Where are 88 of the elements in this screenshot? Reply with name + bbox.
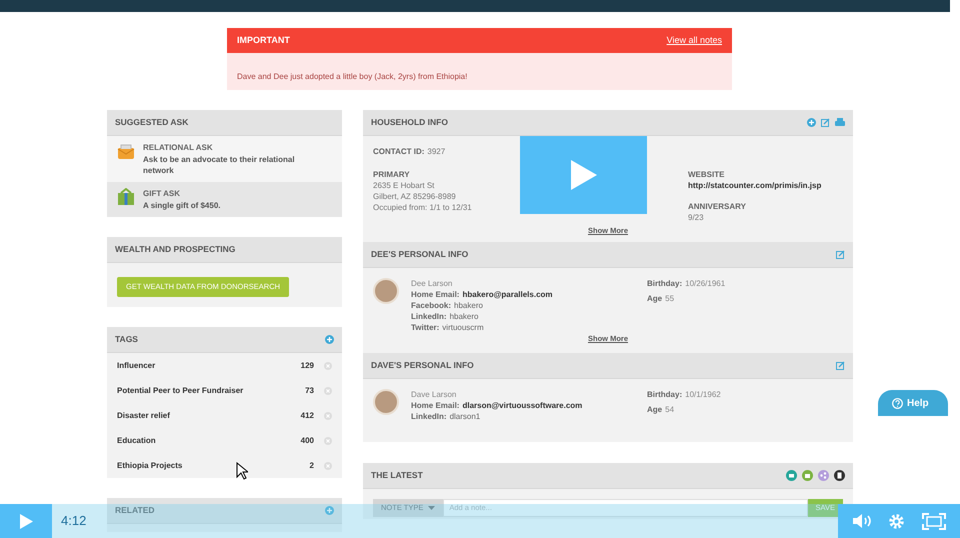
- person-name: Dee Larson: [411, 278, 454, 290]
- ask-description: Ask to be an advocate to their relational network: [143, 154, 296, 176]
- anniversary-date: 9/23: [688, 212, 705, 223]
- tag-count: 400: [300, 434, 314, 446]
- field-label: ANNIVERSARY: [688, 201, 747, 212]
- field-value: hbakero@parallels.com: [462, 290, 553, 300]
- avatar: [373, 388, 399, 414]
- note-title: IMPORTANT: [237, 34, 290, 47]
- gift-icon: [117, 188, 135, 206]
- field-label: Birthday:: [647, 390, 682, 398]
- field-value: virtuouscrm: [442, 323, 484, 332]
- play-button[interactable]: [520, 136, 647, 214]
- remove-icon: [324, 386, 332, 394]
- tag-label[interactable]: Potential Peer to Peer Fundraiser: [117, 384, 284, 396]
- panel-title: HOUSEHOLD INFO: [371, 116, 448, 129]
- play-icon: [20, 514, 32, 528]
- contact-id-label: CONTACT ID:: [373, 147, 424, 156]
- tag-label[interactable]: Ethiopia Projects: [117, 460, 284, 472]
- clipboard-icon: [834, 470, 845, 480]
- field-value: hbakero: [450, 312, 478, 322]
- note-text: Dave and Dee just adopted a little boy (Jack, 2yrs) from Ethiopia!: [237, 72, 468, 81]
- play-icon: [570, 160, 596, 190]
- edit-icon: [836, 360, 845, 370]
- tag-label[interactable]: Disaster relief: [117, 410, 284, 422]
- field-label: Twitter:: [411, 323, 440, 332]
- field-value: hbakero: [454, 301, 483, 310]
- field-label: PRIMARY: [373, 169, 411, 180]
- add-icon: [325, 506, 334, 515]
- print-icon: [835, 118, 845, 127]
- share-icon: [818, 470, 829, 480]
- address-line: Occupied from: 1/1 to 12/31: [373, 202, 473, 213]
- field-label: Facebook:: [411, 301, 452, 310]
- birthday: 10/26/1961: [685, 279, 726, 288]
- birthday: 10/1/1962: [685, 390, 721, 398]
- volume-icon: [852, 513, 872, 529]
- field-label: Birthday:: [647, 279, 682, 288]
- play-button[interactable]: [0, 504, 52, 538]
- field-value: dlarson@virtuoussoftware.com: [462, 400, 582, 410]
- gift-icon: [802, 470, 813, 480]
- ask-description: A single gift of $450.: [143, 200, 220, 211]
- field-label: Home Email:: [411, 400, 460, 410]
- address-line: Gilbert, AZ 85296-8989: [373, 191, 457, 202]
- panel-title: WEALTH AND PROSPECTING: [115, 243, 236, 256]
- person-name: Dave Larson: [411, 388, 458, 400]
- remove-icon: [324, 462, 332, 470]
- edit-icon: [821, 118, 830, 127]
- view-all-notes-link[interactable]: View all notes: [666, 34, 722, 48]
- panel-title: SUGGESTED ASK: [115, 116, 188, 129]
- add-icon: [807, 118, 816, 127]
- ask-title: GIFT ASK: [143, 188, 182, 200]
- panel-title: DAVE'S PERSONAL INFO: [371, 358, 474, 372]
- field-label: LinkedIn:: [411, 312, 447, 322]
- edit-icon: [836, 250, 845, 260]
- tag-count: 412: [300, 410, 314, 422]
- panel-title: TAGS: [115, 333, 138, 346]
- tag-count: 73: [304, 384, 314, 396]
- mouse-pointer-icon: [236, 462, 248, 480]
- panel-title: THE LATEST: [371, 468, 423, 482]
- question-icon: [892, 398, 903, 408]
- fullscreen-icon: [922, 512, 946, 530]
- panel-title: RELATED: [115, 504, 155, 517]
- add-icon: [325, 335, 334, 344]
- video-time: 4:12: [61, 512, 86, 530]
- tag-label[interactable]: Education: [117, 434, 284, 446]
- field-label: Age: [647, 294, 662, 304]
- message-icon: [786, 470, 797, 480]
- age: 54: [665, 404, 674, 414]
- remove-icon: [324, 412, 332, 420]
- tag-count: 2: [308, 460, 314, 472]
- age: 55: [665, 294, 674, 304]
- address-line: 2635 E Hobart St: [373, 180, 436, 191]
- remove-icon: [324, 362, 332, 370]
- tag-label[interactable]: Influencer: [117, 360, 284, 372]
- tag-count: 129: [300, 360, 314, 372]
- website-link[interactable]: http://statcounter.com/primis/in.jsp: [688, 180, 822, 191]
- field-label: Age: [647, 404, 662, 414]
- panel-title: DEE'S PERSONAL INFO: [371, 248, 468, 262]
- settings-icon: [888, 512, 906, 530]
- field-value: dlarson1: [450, 412, 480, 420]
- envelope-icon: [117, 142, 135, 160]
- field-label: Home Email:: [411, 290, 460, 300]
- field-label: WEBSITE: [688, 169, 726, 180]
- contact-id: 3927: [427, 147, 446, 156]
- caret-icon: [428, 506, 436, 510]
- remove-icon: [324, 436, 332, 444]
- field-label: LinkedIn:: [411, 412, 447, 420]
- ask-title: RELATIONAL ASK: [143, 142, 214, 154]
- avatar: [373, 278, 399, 304]
